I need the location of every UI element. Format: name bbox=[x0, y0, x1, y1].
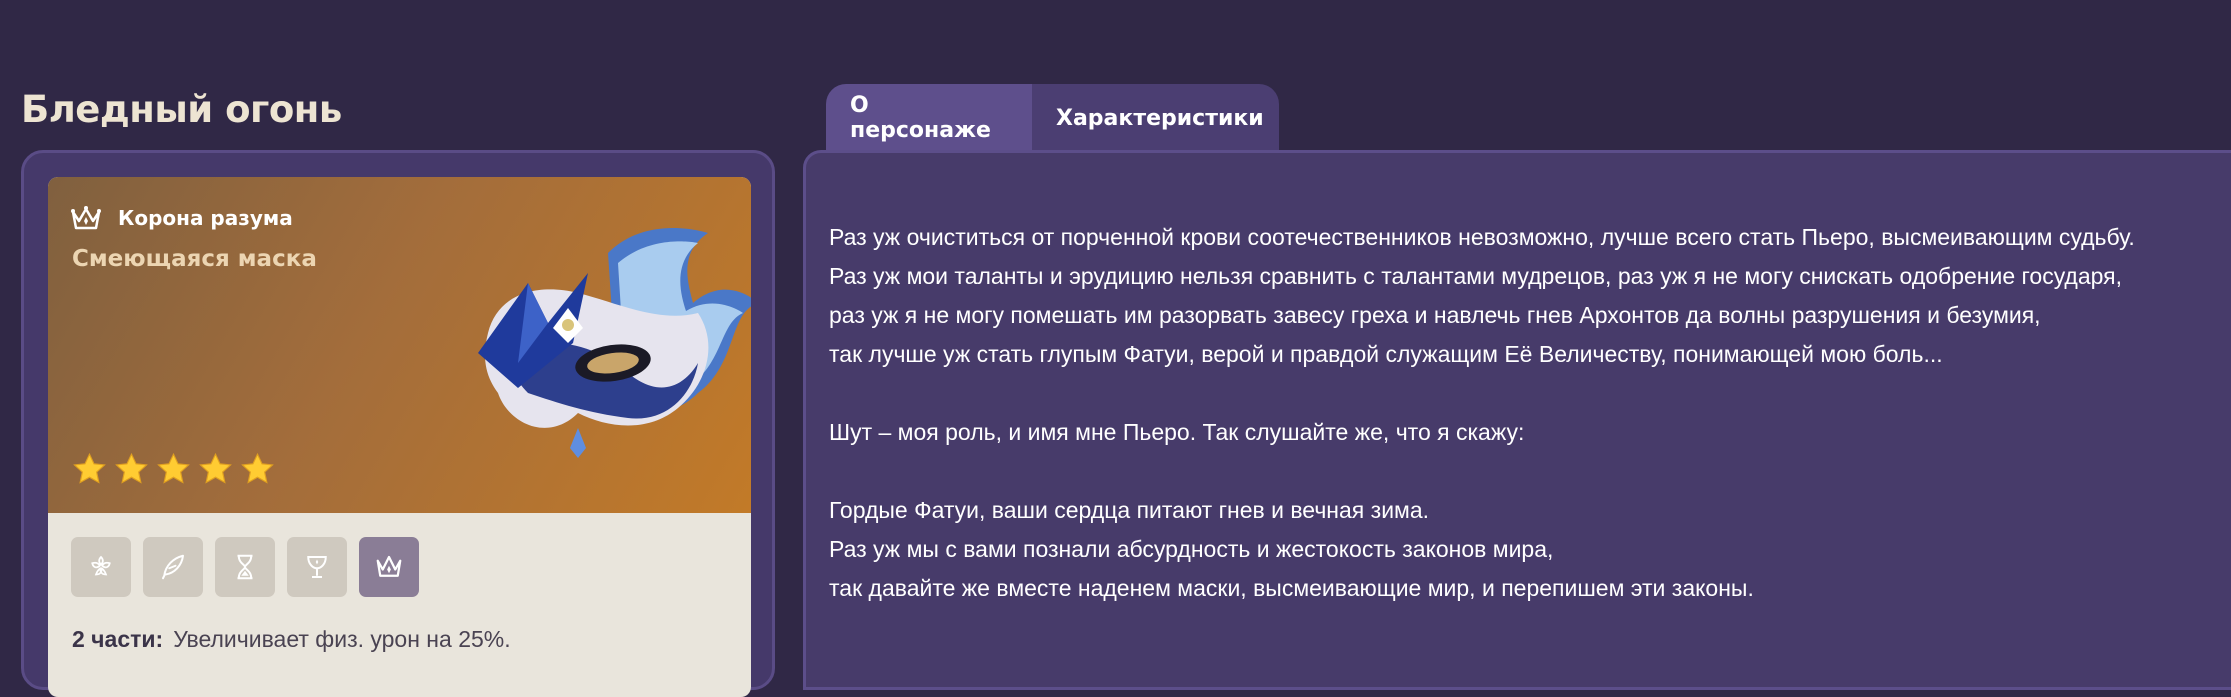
rarity-stars bbox=[72, 452, 275, 487]
set-bonus-label: 2 части: bbox=[72, 626, 164, 652]
set-bonus-text: Увеличивает физ. урон на 25%. bbox=[173, 626, 511, 652]
hourglass-icon bbox=[237, 554, 253, 580]
masquerade-mask-image bbox=[478, 228, 751, 458]
piece-goblet-button[interactable] bbox=[287, 537, 347, 597]
slot-row: Корона разума bbox=[70, 204, 293, 232]
item-name: Смеющаяся маска bbox=[72, 246, 317, 272]
lore-line: Шут – моя роль, и имя мне Пьеро. Так слу… bbox=[829, 419, 1525, 445]
lore-text: Раз уж очиститься от порченной крови соо… bbox=[829, 218, 2219, 608]
lore-line: так давайте же вместе наденем маски, выс… bbox=[829, 575, 1754, 601]
star-icon bbox=[73, 452, 106, 484]
set-piece-selector bbox=[71, 537, 419, 597]
piece-feather-button[interactable] bbox=[143, 537, 203, 597]
flower-icon bbox=[91, 555, 111, 576]
lore-line: Раз уж мы с вами познали абсурдность и ж… bbox=[829, 536, 1554, 562]
star-icon bbox=[241, 452, 274, 484]
star-icon bbox=[115, 452, 148, 484]
lore-line: Раз уж мои таланты и эрудицию нельзя сра… bbox=[829, 263, 2123, 289]
star-icon bbox=[199, 452, 232, 484]
piece-hourglass-button[interactable] bbox=[215, 537, 275, 597]
feather-icon bbox=[162, 554, 184, 580]
lore-line: Раз уж очиститься от порченной крови соо… bbox=[829, 224, 2135, 250]
tab-about-character[interactable]: О персонаже bbox=[826, 84, 1032, 152]
set-title: Бледный огонь bbox=[21, 88, 342, 131]
tab-characteristics[interactable]: Характеристики bbox=[1032, 84, 1279, 152]
star-icon bbox=[157, 452, 190, 484]
lore-line: так лучше уж стать глупым Фатуи, верой и… bbox=[829, 341, 1943, 367]
set-bonus: 2 части: Увеличивает физ. урон на 25%. bbox=[72, 626, 511, 653]
goblet-icon bbox=[307, 556, 327, 578]
piece-crown-button[interactable] bbox=[359, 537, 419, 597]
artifact-card: Корона разума Смеющаяся маска 2 части: У… bbox=[48, 177, 751, 697]
slot-name: Корона разума bbox=[118, 206, 293, 230]
crown-icon bbox=[71, 206, 101, 230]
tab-bar: О персонаже Характеристики bbox=[826, 84, 1279, 152]
lore-line: раз уж я не могу помешать им разорвать з… bbox=[829, 302, 2041, 328]
lore-line: Гордые Фатуи, ваши сердца питают гнев и … bbox=[829, 497, 1430, 523]
artifact-card-header: Корона разума Смеющаяся маска bbox=[48, 177, 751, 513]
piece-flower-button[interactable] bbox=[71, 537, 131, 597]
crown-icon bbox=[376, 555, 402, 577]
